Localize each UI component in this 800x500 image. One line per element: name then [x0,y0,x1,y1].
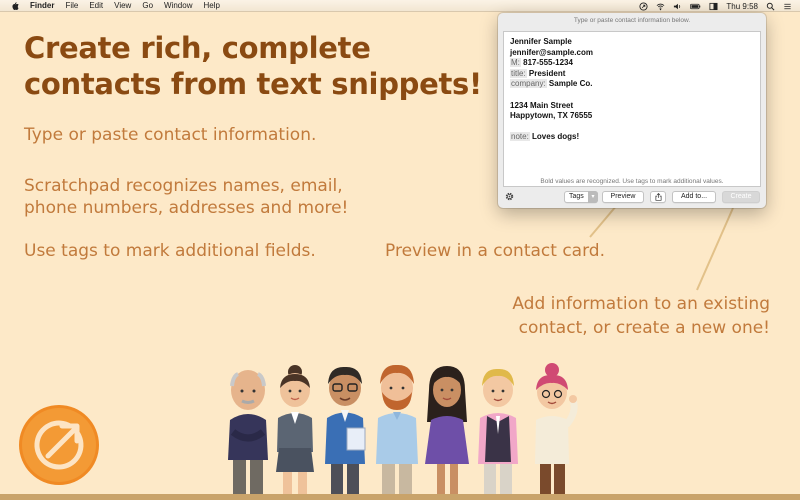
share-icon [655,193,661,201]
feature-recognizes: Scratchpad recognizes names, email, phon… [24,175,384,219]
scratchpad-logo-icon [19,405,99,485]
menu-extras: Thu 9:58 [639,0,792,12]
contact-company: Sample Co. [548,79,593,89]
person-man-glasses-icon [325,366,366,499]
add-to-button[interactable]: Add to... [672,191,716,203]
people-illustration [228,363,578,499]
note-tag: note: [510,132,530,142]
menu-window[interactable]: Window [164,0,192,12]
tags-button-label: Tags [569,193,584,200]
person-woman-bun-icon [276,365,314,499]
contact-street: 1234 Main Street [510,100,574,110]
preview-button[interactable]: Preview [602,191,644,203]
chevron-down-icon: ▾ [588,191,598,203]
contact-name: Jennifer Sample [510,37,572,46]
headline: Create rich, complete contacts from text… [24,30,494,102]
person-bearded-man-icon [376,364,418,499]
share-button[interactable] [650,191,666,203]
menu-help[interactable]: Help [203,0,219,12]
contact-note: Loves dogs! [532,132,580,142]
headline-line-2: contacts from text snippets! [24,67,482,101]
scratchpad-status-icon[interactable] [639,1,648,11]
callout-preview: Preview in a contact card. [385,241,605,261]
callout-add-line-2: contact, or create a new one! [518,318,770,338]
hint-top: Type or paste contact information below. [573,17,691,24]
person-blond-man-icon [478,368,518,499]
phone-tag: M: [510,58,521,68]
volume-icon[interactable] [673,2,682,11]
feature-type-paste: Type or paste contact information. [24,125,317,145]
create-button[interactable]: Create [722,191,760,203]
menu-edit[interactable]: Edit [89,0,103,12]
scratchpad-window: Type or paste contact information below.… [498,13,766,208]
person-woman-purple-icon [425,366,469,499]
feature-tags: Use tags to mark additional fields. [24,241,316,261]
hint-bottom: Bold values are recognized. Use tags to … [540,178,724,185]
contact-note-line: note: Loves dogs! [510,132,754,143]
search-icon[interactable] [766,2,775,11]
title-tag: title: [510,68,527,78]
feature-recognizes-line-1: Scratchpad recognizes names, email, [24,176,343,196]
tags-button[interactable]: Tags ▾ [564,191,598,203]
preview-leader-line [589,204,618,238]
menu-bar: Finder File Edit View Go Window Help Thu… [0,0,800,12]
wifi-icon[interactable] [656,2,665,11]
contact-phone: 817-555-1234 [523,58,573,68]
contact-title-line: title: President [510,68,754,80]
callout-add-create: Add information to an existing contact, … [512,292,770,340]
person-woman-waving-icon [535,363,578,499]
company-tag: company: [510,79,547,89]
create-leader-line [696,207,734,291]
menu-app-name[interactable]: Finder [30,0,54,12]
contact-text-editor[interactable]: Jennifer Sample jennifer@sample.com M: 8… [503,31,761,187]
menu-go[interactable]: Go [142,0,153,12]
window-toolbar: Tags ▾ Preview Add to... Create [498,190,766,204]
gear-icon[interactable] [504,191,515,202]
battery-icon[interactable] [690,2,701,11]
contact-phone-line: M: 817-555-1234 [510,58,754,69]
callout-add-line-1: Add information to an existing [512,294,770,314]
contact-city: Happytown, TX 76555 [510,111,593,121]
menu-view[interactable]: View [114,0,131,12]
apple-icon[interactable] [10,1,20,11]
contact-email: jennifer@sample.com [510,47,593,57]
feature-recognizes-line-2: phone numbers, addresses and more! [24,198,349,218]
contact-title: President [528,68,566,78]
contact-company-line: company: Sample Co. [510,79,754,90]
person-older-man-icon [228,370,268,499]
list-icon[interactable] [783,2,792,11]
display-icon[interactable] [709,2,718,11]
bottom-rule [0,494,800,500]
menu-clock[interactable]: Thu 9:58 [726,2,758,11]
menu-file[interactable]: File [65,0,78,12]
headline-line-1: Create rich, complete [24,31,371,65]
